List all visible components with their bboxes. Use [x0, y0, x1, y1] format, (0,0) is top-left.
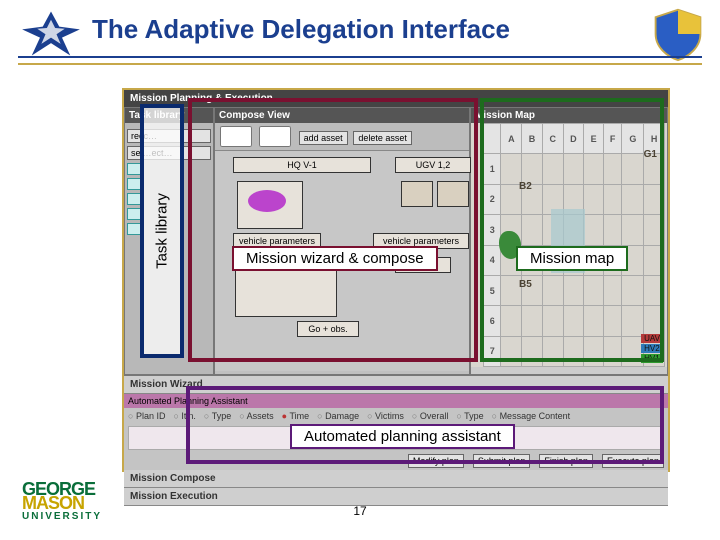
- col-planid: Plan ID: [128, 411, 165, 421]
- overlay-map: [480, 98, 664, 362]
- mission-compose-row[interactable]: Mission Compose: [124, 470, 668, 488]
- task-glyph-icon: [127, 223, 141, 235]
- overlay-label-lib: Task library: [154, 193, 171, 269]
- row-label: Mission Compose: [130, 473, 216, 484]
- overlay-label-compose: Mission wizard & compose: [232, 246, 438, 271]
- overlay-label-map: Mission map: [516, 246, 628, 271]
- task-glyph-icon: [127, 193, 141, 205]
- slide-title: The Adaptive Delegation Interface: [92, 14, 632, 45]
- afrl-shield-icon: [650, 6, 706, 62]
- title-rule: [18, 56, 702, 65]
- task-glyph-icon: [127, 208, 141, 220]
- task-glyph-icon: [127, 163, 141, 175]
- task-glyph-icon: [127, 178, 141, 190]
- overlay-task-library: Task library: [140, 104, 184, 358]
- overlay-label-apa: Automated planning assistant: [290, 424, 515, 449]
- page-number: 17: [0, 504, 720, 518]
- air-force-logo: [14, 6, 88, 61]
- row-label: Mission Execution: [130, 491, 218, 502]
- overlay-compose: [188, 98, 478, 362]
